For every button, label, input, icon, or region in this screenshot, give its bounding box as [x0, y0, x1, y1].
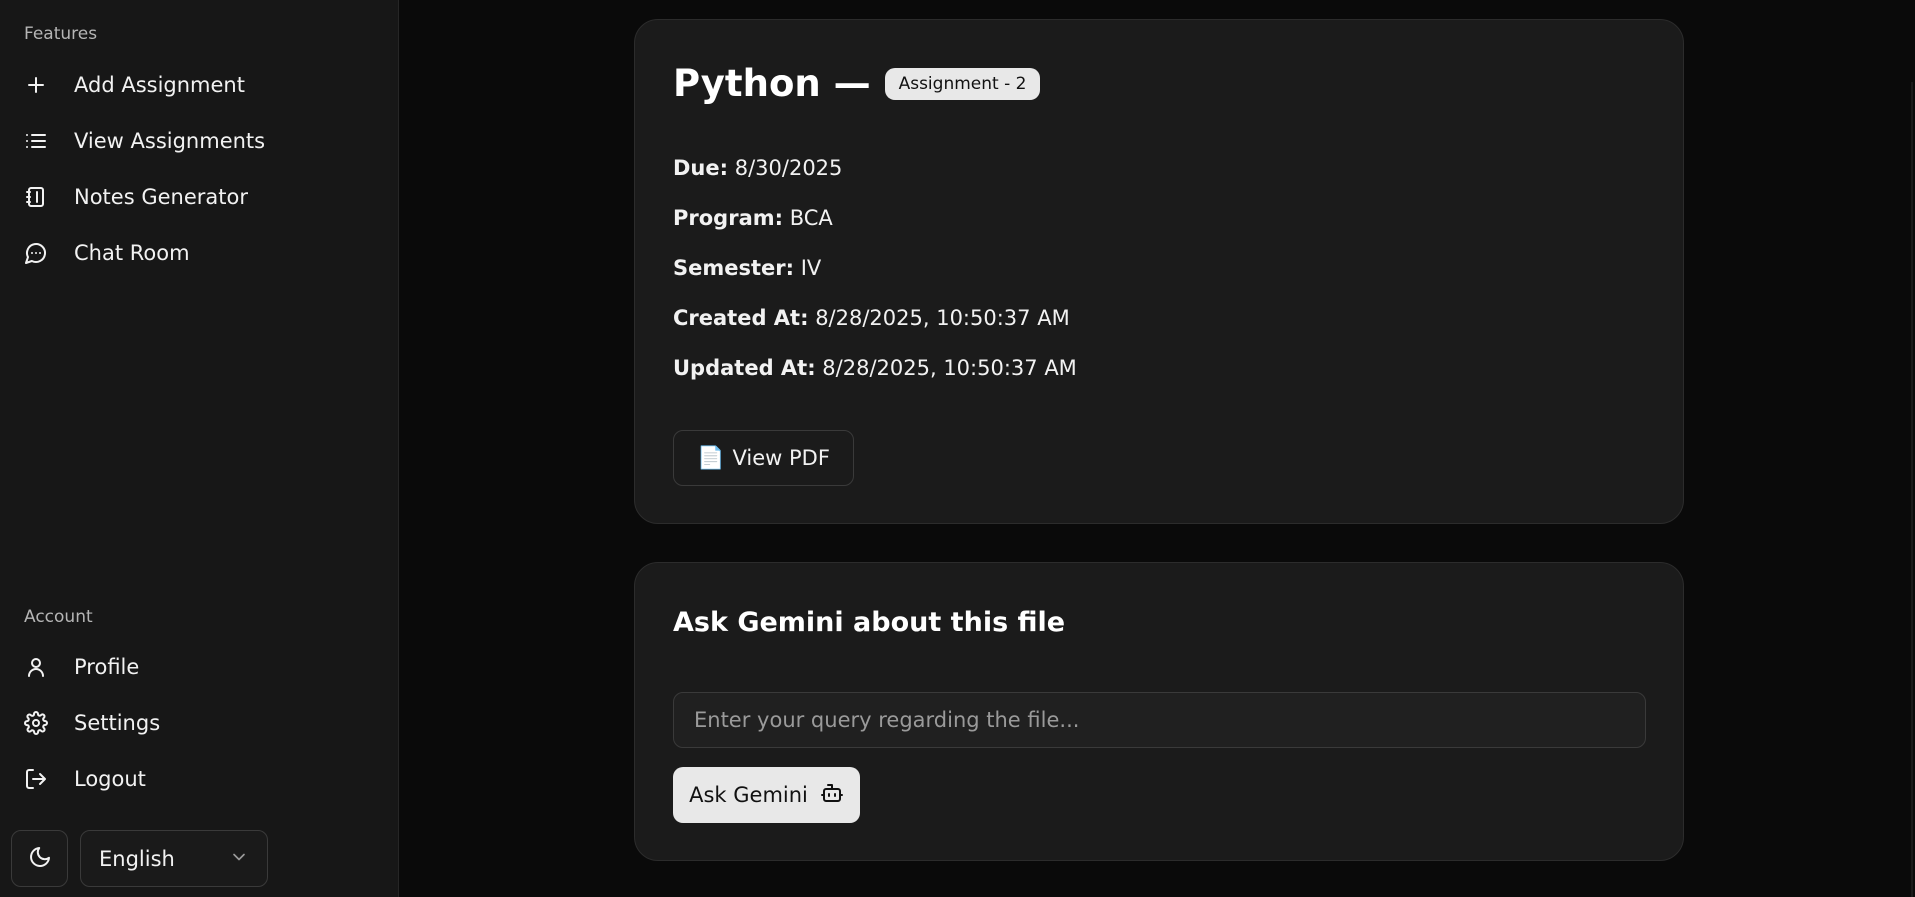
sidebar-item-label: Settings	[74, 711, 161, 735]
account-section-title: Account	[24, 607, 93, 627]
ask-gemini-button[interactable]: Ask Gemini	[673, 767, 860, 823]
view-pdf-label: View PDF	[732, 446, 830, 470]
document-icon: 📄	[697, 445, 725, 471]
logout-icon	[12, 767, 60, 791]
chevron-down-icon	[229, 847, 249, 871]
semester-value: IV	[800, 256, 822, 280]
assignment-card: Python — Assignment - 2 Due: 8/30/2025 P…	[634, 19, 1684, 524]
gear-icon	[12, 711, 60, 735]
created-at-field: Created At: 8/28/2025, 10:50:37 AM	[673, 306, 1070, 330]
view-pdf-button[interactable]: 📄 View PDF	[673, 430, 854, 486]
updated-at-value: 8/28/2025, 10:50:37 AM	[822, 356, 1077, 380]
sidebar-item-label: View Assignments	[74, 129, 266, 153]
sidebar-item-settings[interactable]: Settings	[12, 699, 384, 747]
assignment-badge: Assignment - 2	[884, 67, 1041, 100]
assignment-subject: Python —	[673, 62, 871, 105]
due-value: 8/30/2025	[734, 156, 843, 180]
theme-toggle-button[interactable]	[11, 830, 68, 887]
assignment-title-row: Python — Assignment - 2	[673, 62, 1041, 105]
gemini-card: Ask Gemini about this file Ask Gemini	[634, 562, 1684, 861]
sidebar-item-notes-generator[interactable]: Notes Generator	[12, 173, 384, 221]
program-label: Program:	[673, 206, 784, 230]
semester-label: Semester:	[673, 256, 795, 280]
gemini-card-title: Ask Gemini about this file	[673, 607, 1066, 638]
moon-icon	[28, 845, 52, 873]
sidebar-item-label: Profile	[74, 655, 140, 679]
sidebar-item-label: Notes Generator	[74, 185, 248, 209]
sidebar-item-logout[interactable]: Logout	[12, 755, 384, 803]
ask-gemini-label: Ask Gemini	[689, 783, 808, 807]
updated-at-label: Updated At:	[673, 356, 816, 380]
due-label: Due:	[673, 156, 729, 180]
gemini-query-input[interactable]	[673, 692, 1646, 748]
user-icon	[12, 655, 60, 679]
updated-at-field: Updated At: 8/28/2025, 10:50:37 AM	[673, 356, 1077, 380]
language-value: English	[99, 846, 175, 871]
sidebar-item-label: Chat Room	[74, 241, 190, 265]
due-field: Due: 8/30/2025	[673, 156, 842, 180]
created-at-label: Created At:	[673, 306, 809, 330]
scrollbar[interactable]	[1911, 82, 1913, 897]
created-at-value: 8/28/2025, 10:50:37 AM	[815, 306, 1070, 330]
sidebar-item-add-assignment[interactable]: Add Assignment	[12, 61, 384, 109]
plus-icon	[12, 73, 60, 97]
sidebar: Features Add Assignment View Assignments…	[0, 0, 399, 897]
language-select[interactable]: English	[80, 830, 268, 887]
chat-icon	[12, 241, 60, 265]
list-icon	[12, 129, 60, 153]
notebook-icon	[12, 185, 60, 209]
program-value: BCA	[789, 206, 833, 230]
sidebar-item-view-assignments[interactable]: View Assignments	[12, 117, 384, 165]
sidebar-item-profile[interactable]: Profile	[12, 643, 384, 691]
sidebar-item-label: Logout	[74, 767, 146, 791]
features-section-title: Features	[24, 24, 98, 44]
sidebar-item-label: Add Assignment	[74, 73, 245, 97]
bot-icon	[808, 781, 844, 810]
program-field: Program: BCA	[673, 206, 833, 230]
semester-field: Semester: IV	[673, 256, 821, 280]
sidebar-item-chat-room[interactable]: Chat Room	[12, 229, 384, 277]
